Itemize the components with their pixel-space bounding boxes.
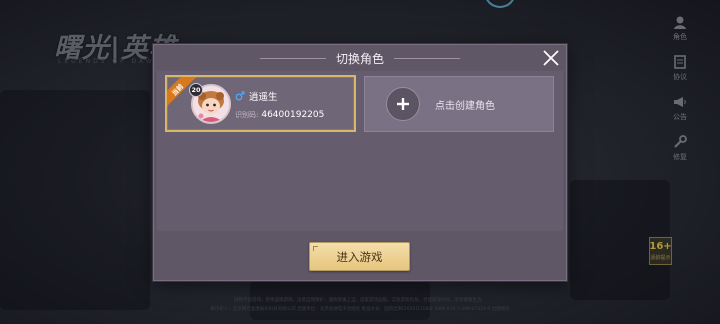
- footer-copyright-line: 著作权人：北京网元圣唐娱乐科技有限公司 出版单位：北京伯通电子出版社 批准文号：…: [210, 307, 510, 312]
- age-rating-badge: 16+ 适龄提示: [649, 237, 672, 265]
- side-menu-item-announcement[interactable]: 公告: [660, 94, 700, 134]
- role-level: 20: [191, 86, 201, 94]
- age-rating-text: 适龄提示: [650, 255, 671, 261]
- side-menu-label: 角色: [673, 33, 687, 41]
- create-role-button[interactable]: 点击创建角色: [364, 76, 554, 132]
- game-logo-subtitle: LEGENDS OF DAWN: [58, 58, 163, 65]
- side-menu-item-character[interactable]: 角色: [660, 14, 700, 54]
- footer-notice-line: 抵制不良游戏，拒绝盗版游戏。注意自我保护，谨防受骗上当。适度游戏益脑，沉迷游戏伤…: [234, 298, 486, 303]
- bg-dark-shape: [0, 90, 150, 310]
- age-rating-number: 16+: [649, 241, 672, 252]
- side-menu-item-repair[interactable]: 修复: [660, 134, 700, 174]
- enter-game-button[interactable]: 进入游戏: [309, 242, 410, 271]
- role-name-row: 逍遥生: [235, 89, 278, 103]
- side-menu: 角色 协议 公告 修复: [660, 14, 700, 174]
- current-tag-label: 当前: [169, 82, 185, 98]
- side-menu-item-agreement[interactable]: 协议: [660, 54, 700, 94]
- enter-game-label: 进入游戏: [336, 249, 383, 264]
- dialog-header: 切换角色: [154, 45, 566, 71]
- role-id-label: 识别码:: [235, 111, 259, 119]
- side-menu-label: 修复: [673, 153, 687, 161]
- role-id-row: 识别码: 46400192205: [235, 110, 324, 120]
- role-list-panel: 当前 20 逍遥生 识别码: 46400192205 点击创建角色: [157, 71, 563, 231]
- announcement-icon: [671, 94, 689, 110]
- repair-icon: [671, 134, 689, 150]
- agreement-icon: [671, 54, 689, 70]
- title-divider-left: [259, 57, 326, 59]
- male-gender-icon: [235, 91, 245, 101]
- close-button[interactable]: [540, 47, 562, 69]
- character-icon: [671, 14, 689, 30]
- create-role-label: 点击创建角色: [435, 100, 495, 112]
- role-id-value: 46400192205: [261, 110, 325, 120]
- role-card-current[interactable]: 当前 20 逍遥生 识别码: 46400192205: [165, 75, 356, 132]
- role-name: 逍遥生: [249, 92, 278, 103]
- close-icon: [543, 50, 559, 66]
- title-divider-right: [394, 57, 460, 59]
- top-indicator: [484, 0, 516, 8]
- side-menu-label: 协议: [673, 73, 687, 81]
- plus-icon: [386, 87, 420, 121]
- switch-role-dialog: 切换角色 当前 20 逍遥生 识别码: 46400192205 点击创建角色 进…: [153, 44, 567, 281]
- role-level-badge: 20: [189, 83, 203, 97]
- side-menu-label: 公告: [673, 113, 687, 121]
- dialog-title: 切换角色: [335, 51, 384, 66]
